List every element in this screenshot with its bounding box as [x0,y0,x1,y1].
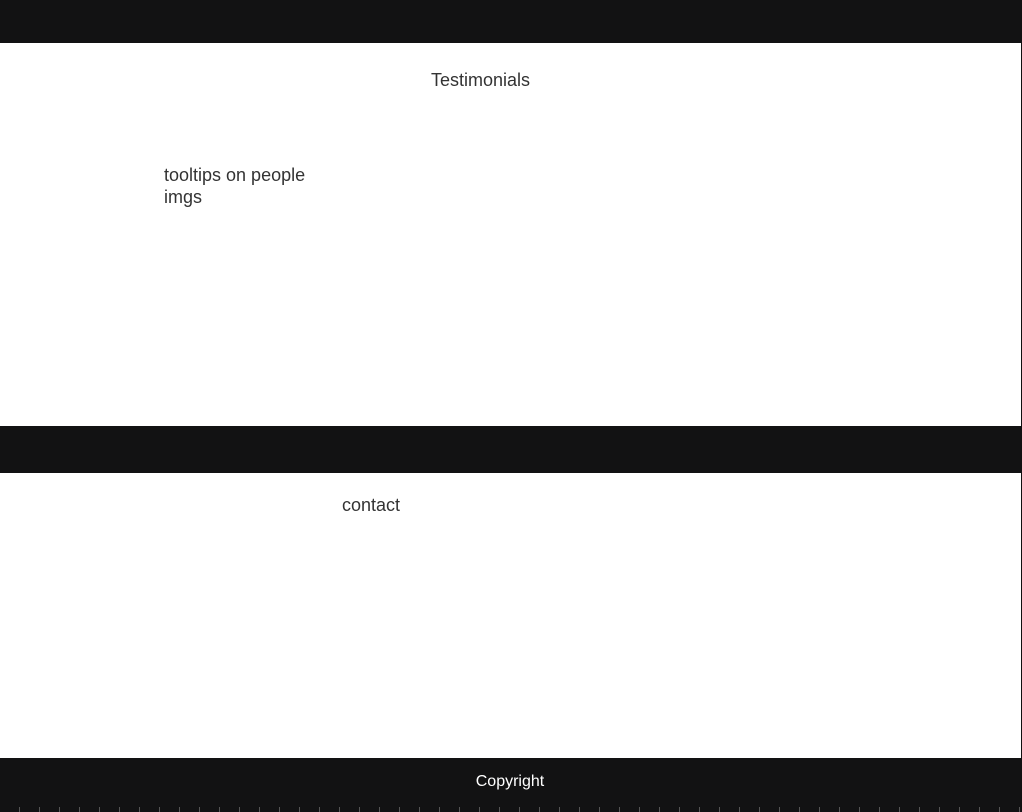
testimonials-heading: Testimonials [431,70,531,90]
testimonials-note: tooltips on people imgs [164,165,306,207]
page: Testimonials tooltips on people imgs con… [0,0,1022,812]
contact-section: contact [0,473,1021,758]
copyright-text: Copyright [475,773,545,790]
section-divider-band [0,426,1022,473]
footer: Copyright [0,758,1022,812]
contact-heading: contact [342,495,401,515]
testimonials-section: Testimonials tooltips on people imgs [0,43,1021,426]
footer-tick-strip [0,807,1022,812]
top-header-band [0,0,1022,43]
